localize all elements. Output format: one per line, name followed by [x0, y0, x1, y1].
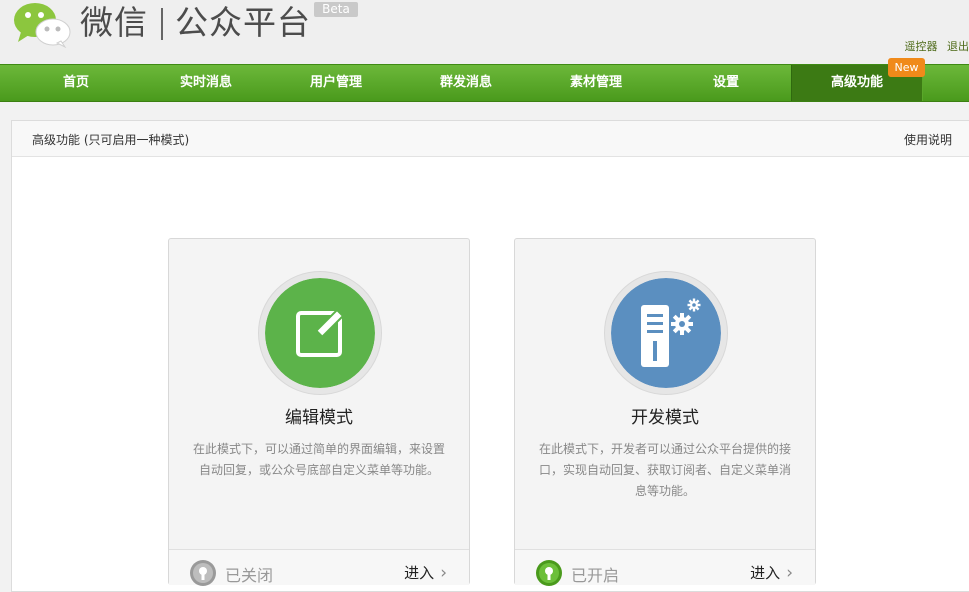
brand-subtitle: 公众平台 [175, 2, 311, 44]
edit-mode-title: 编辑模式 [169, 403, 469, 428]
chevron-right-icon: › [440, 563, 447, 583]
advanced-panel: 高级功能 (只可启用一种模式) 使用说明 编辑模式 在此模式下，可以通过简单的界… [11, 120, 969, 592]
header: 微信 公众平台 Beta 遥控器 退出 [0, 0, 969, 64]
status-on-icon [535, 559, 563, 587]
edit-icon [265, 278, 375, 388]
main-nav: 首页 实时消息 用户管理 群发消息 素材管理 设置 高级功能 [0, 64, 969, 102]
beta-badge: Beta [314, 2, 358, 17]
help-link[interactable]: 使用说明 [904, 131, 952, 148]
developer-mode-icon-ring [604, 271, 728, 395]
brand-divider [161, 8, 163, 40]
nav-item-materials[interactable]: 素材管理 [531, 65, 661, 101]
wechat-logo [13, 2, 71, 48]
status-off-icon [189, 559, 217, 587]
edit-mode-enter-button[interactable]: 进入 › [404, 562, 447, 583]
developer-mode-description: 在此模式下，开发者可以通过公众平台提供的接口，实现自动回复、获取订阅者、自定义菜… [537, 439, 793, 502]
nav-item-mass-messages[interactable]: 群发消息 [401, 65, 531, 101]
developer-mode-title: 开发模式 [515, 403, 815, 428]
enter-label: 进入 [750, 564, 780, 582]
edit-mode-description: 在此模式下，可以通过简单的界面编辑，来设置自动回复，或公众号底部自定义菜单等功能… [191, 439, 447, 481]
nav-item-user-management[interactable]: 用户管理 [271, 65, 401, 101]
edit-mode-icon-ring [258, 271, 382, 395]
new-badge: New [888, 58, 925, 77]
edit-mode-status: 已关闭 [225, 562, 273, 586]
developer-mode-footer: 已开启 进入 › [515, 549, 815, 585]
nav-item-home[interactable]: 首页 [11, 65, 141, 101]
server-gear-icon [611, 278, 721, 388]
panel-title: 高级功能 (只可启用一种模式) [32, 131, 189, 148]
logout-link[interactable]: 退出 [947, 40, 969, 53]
chevron-right-icon: › [786, 563, 793, 583]
enter-label: 进入 [404, 564, 434, 582]
nav-item-realtime-messages[interactable]: 实时消息 [141, 65, 271, 101]
remote-link[interactable]: 遥控器 [905, 40, 938, 53]
top-links: 遥控器 退出 [899, 38, 969, 54]
developer-mode-status: 已开启 [571, 562, 619, 586]
edit-mode-footer: 已关闭 进入 › [169, 549, 469, 585]
developer-mode-card: 开发模式 在此模式下，开发者可以通过公众平台提供的接口，实现自动回复、获取订阅者… [514, 238, 816, 585]
panel-header: 高级功能 (只可启用一种模式) 使用说明 [12, 121, 969, 157]
brand-name: 微信 [80, 2, 148, 44]
edit-mode-card: 编辑模式 在此模式下，可以通过简单的界面编辑，来设置自动回复，或公众号底部自定义… [168, 238, 470, 585]
nav-item-settings[interactable]: 设置 [661, 65, 791, 101]
developer-mode-enter-button[interactable]: 进入 › [750, 562, 793, 583]
